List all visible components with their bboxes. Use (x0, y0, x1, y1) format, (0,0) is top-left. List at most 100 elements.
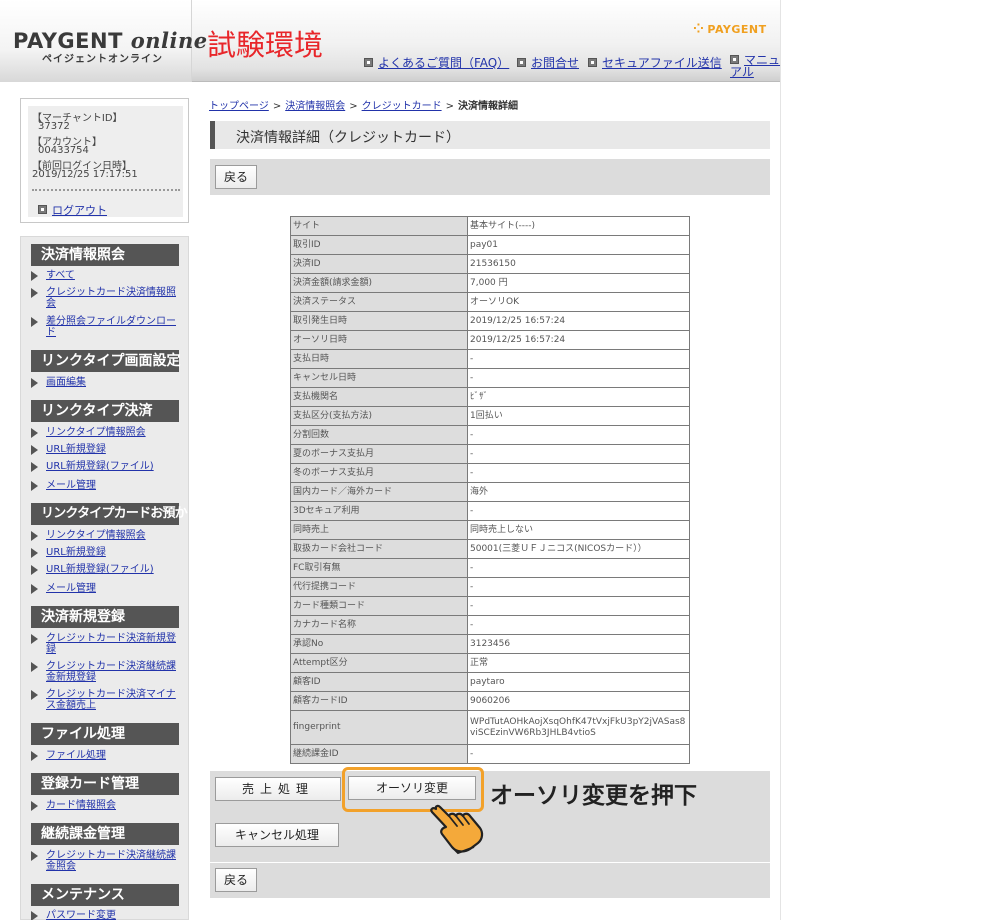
right-gutter (780, 0, 1000, 920)
last-login-value: 2019/12/25 17:17:51 (32, 169, 138, 180)
menu-item-label[interactable]: カード情報照会 (46, 800, 181, 811)
menu-item-label[interactable]: クレジットカード決済情報照会 (46, 287, 181, 309)
table-row: 決済ID 21536150 (290, 254, 690, 274)
detail-value: - (467, 596, 690, 616)
detail-value: 基本サイト(----) (467, 216, 690, 236)
account-value: 00433754 (38, 145, 89, 156)
logout-label[interactable]: ログアウト (52, 204, 107, 217)
detail-key: 冬のボーナス支払月 (290, 463, 468, 483)
triangle-icon (31, 801, 38, 811)
menu-item-label[interactable]: URL新規登録 (46, 444, 181, 455)
table-row: 冬のボーナス支払月 - (290, 463, 690, 483)
logo[interactable]: PAYGENT online ペイジェントオンライン (0, 0, 207, 82)
page-title: 決済情報詳細（クレジットカード） (236, 130, 460, 146)
detail-key: オーソリ日時 (290, 330, 468, 350)
menu-item-label[interactable]: 画面編集 (46, 377, 181, 388)
header-link-contact[interactable]: お問合せ (517, 54, 579, 71)
triangle-icon (31, 481, 38, 491)
table-row: 支払区分(支払方法) 1回払い (290, 406, 690, 426)
table-row: カナカード名称 - (290, 615, 690, 635)
sidebar-menu: 決済情報照会 すべて クレジットカード決済情報照会 差分照会ファイルダウンロード… (20, 236, 200, 920)
menu-section-file-processing: ファイル処理 (31, 723, 179, 745)
table-row: 顧客ID paytaro (290, 672, 690, 692)
detail-value: - (467, 444, 690, 464)
detail-value: 50001(三菱ＵＦＪニコス(NICOSカード）） (467, 539, 690, 559)
detail-value: ﾋﾞｻﾞ (467, 387, 690, 407)
menu-item-label[interactable]: クレジットカード決済継続課金照会 (46, 850, 181, 872)
table-row: 取引発生日時 2019/12/25 16:57:24 (290, 311, 690, 331)
menu-item-label[interactable]: クレジットカード決済継続課金新規登録 (46, 661, 181, 683)
header-link-secure-file[interactable]: セキュアファイル送信 (588, 54, 722, 71)
cancel-process-button[interactable]: キャンセル処理 (215, 823, 339, 847)
logo-subtitle: ペイジェントオンライン (42, 54, 163, 65)
triangle-icon (31, 428, 38, 438)
detail-value: 海外 (467, 482, 690, 502)
account-info: 【マーチャントID】 37372 【アカウント】 00433754 【前回ログイ… (28, 106, 183, 217)
triangle-icon (31, 690, 38, 700)
detail-value: 9060206 (467, 691, 690, 711)
detail-value: - (467, 615, 690, 635)
breadcrumb-separator: > (272, 101, 282, 112)
table-row: サイト 基本サイト(----) (290, 216, 690, 236)
menu-item-label[interactable]: ファイル処理 (46, 750, 181, 761)
header: PAYGENT online ペイジェントオンライン 試験環境 ⁘ PAYGENT… (0, 0, 780, 82)
brand-dots-icon: ⁘ (693, 22, 705, 37)
header-link-faq-label[interactable]: よくあるご質問（FAQ） (378, 56, 509, 70)
header-link-manual[interactable]: マニュアル (730, 54, 782, 78)
table-row: カード種類コード - (290, 596, 690, 616)
logout-link[interactable]: ログアウト (38, 202, 107, 218)
detail-key: 取引発生日時 (290, 311, 468, 331)
detail-value: - (467, 558, 690, 578)
detail-key: キャンセル日時 (290, 368, 468, 388)
detail-value: 7,000 円 (467, 273, 690, 293)
menu-item-label[interactable]: メール管理 (46, 583, 181, 594)
detail-key: Attempt区分 (290, 653, 468, 673)
breadcrumb-top[interactable]: トップページ (209, 101, 269, 112)
back-button-top[interactable]: 戻る (215, 165, 257, 189)
triangle-icon (31, 851, 38, 861)
triangle-icon (31, 288, 38, 298)
table-row: 同時売上 同時売上しない (290, 520, 690, 540)
brand-badge: ⁘ PAYGENT (693, 22, 767, 37)
page-title-bar: 決済情報詳細（クレジットカード） (210, 121, 770, 149)
back-button-bottom[interactable]: 戻る (215, 868, 257, 892)
detail-value: WPdTutAOHkAojXsqOhfK47tVxjFkU3pY2jVASas8… (467, 710, 690, 745)
detail-value: 同時売上しない (467, 520, 690, 540)
menu-item-label[interactable]: パスワード変更 (46, 910, 181, 920)
menu-item-label[interactable]: 差分照会ファイルダウンロード (46, 316, 181, 338)
detail-value: 正常 (467, 653, 690, 673)
menu-item-label[interactable]: すべて (46, 270, 181, 281)
detail-key: 夏のボーナス支払月 (290, 444, 468, 464)
menu-item-label[interactable]: クレジットカード決済マイナス金額売上 (46, 689, 181, 711)
detail-key: カード種類コード (290, 596, 468, 616)
detail-key: 顧客カードID (290, 691, 468, 711)
detail-table-body: サイト 基本サイト(----) 取引ID pay01 決済ID 21536150 決済金額(… (290, 216, 690, 764)
menu-section-linktype-screen: リンクタイプ画面設定 (31, 350, 180, 372)
detail-value: - (467, 501, 690, 521)
menu-item-label[interactable]: メール管理 (46, 480, 181, 491)
triangle-icon (31, 751, 38, 761)
header-link-faq[interactable]: よくあるご質問（FAQ） (364, 54, 509, 71)
breadcrumb-credit-card[interactable]: クレジットカード (362, 101, 442, 112)
triangle-icon (31, 662, 38, 672)
menu-item-label[interactable]: リンクタイプ情報照会 (46, 427, 181, 438)
detail-key: 支払日時 (290, 349, 468, 369)
triangle-icon (31, 548, 38, 558)
menu-item-label[interactable]: クレジットカード決済新規登録 (46, 633, 181, 655)
table-row: オーソリ日時 2019/12/25 16:57:24 (290, 330, 690, 350)
menu-item-label[interactable]: URL新規登録 (46, 547, 181, 558)
menu-section-maintenance: メンテナンス (31, 884, 179, 906)
menu-item-label[interactable]: リンクタイプ情報照会 (46, 530, 181, 541)
brand-name: PAYGENT (707, 23, 767, 36)
breadcrumb-payment-inquiry[interactable]: 決済情報照会 (285, 101, 345, 112)
menu-item-label[interactable]: URL新規登録(ファイル) (46, 461, 181, 472)
bullet-icon (730, 55, 739, 64)
detail-key: 決済ステータス (290, 292, 468, 312)
detail-key: 同時売上 (290, 520, 468, 540)
sales-process-button[interactable]: 売上処理 (215, 777, 341, 801)
detail-key: 代行提携コード (290, 577, 468, 597)
merchant-id-value: 37372 (38, 121, 70, 132)
header-link-contact-label[interactable]: お問合せ (531, 56, 579, 70)
header-link-secure-file-label[interactable]: セキュアファイル送信 (602, 56, 722, 70)
menu-item-label[interactable]: URL新規登録(ファイル) (46, 564, 181, 575)
